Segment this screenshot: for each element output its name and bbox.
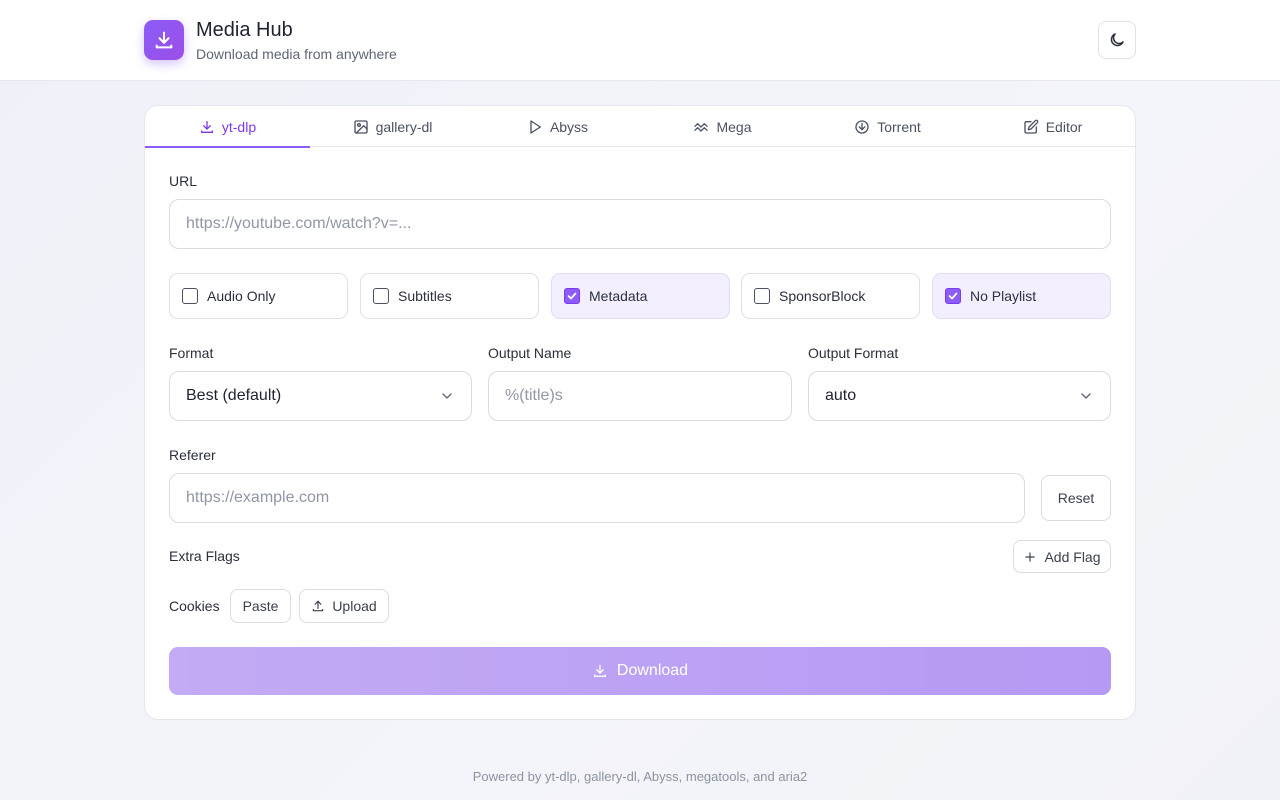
tool-tabs: yt-dlp gallery-dl Abyss Mega Torrent Edi… bbox=[145, 106, 1135, 148]
check-icon bbox=[948, 292, 958, 300]
download-button[interactable]: Download bbox=[169, 647, 1111, 695]
url-input[interactable] bbox=[169, 199, 1111, 249]
add-flag-button[interactable]: Add Flag bbox=[1013, 540, 1111, 573]
checkbox-checked[interactable] bbox=[945, 288, 961, 304]
option-label: No Playlist bbox=[970, 288, 1037, 304]
option-label: SponsorBlock bbox=[779, 288, 866, 304]
app-header: Media Hub Download media from anywhere bbox=[0, 0, 1280, 81]
output-name-input[interactable] bbox=[488, 371, 792, 421]
tab-label: gallery-dl bbox=[375, 118, 433, 135]
referer-label: Referer bbox=[169, 447, 216, 463]
play-icon bbox=[530, 119, 541, 134]
option-label: Metadata bbox=[589, 288, 648, 304]
upload-icon bbox=[313, 600, 324, 612]
tab-editor[interactable]: Editor bbox=[970, 106, 1135, 147]
checkbox[interactable] bbox=[754, 288, 770, 304]
tab-label: Mega bbox=[716, 118, 752, 135]
add-flag-label: Add Flag bbox=[1044, 548, 1101, 565]
cookies-label: Cookies bbox=[169, 598, 220, 614]
plus-icon bbox=[1025, 551, 1036, 562]
chevron-down-icon bbox=[1081, 393, 1091, 399]
option-no-playlist[interactable]: No Playlist bbox=[932, 273, 1111, 319]
reset-button[interactable]: Reset bbox=[1041, 475, 1111, 521]
download-icon bbox=[200, 120, 213, 133]
circle-download-icon bbox=[855, 119, 869, 134]
output-format-value: auto bbox=[825, 387, 857, 404]
app-title: Media Hub bbox=[196, 19, 293, 41]
output-format-select[interactable]: auto bbox=[808, 371, 1111, 421]
option-sponsorblock[interactable]: SponsorBlock bbox=[741, 273, 920, 319]
tab-abyss[interactable]: Abyss bbox=[475, 106, 640, 147]
tab-gallery-dl[interactable]: gallery-dl bbox=[310, 106, 475, 147]
moon-icon bbox=[1110, 33, 1124, 47]
extra-flags-label: Extra Flags bbox=[169, 548, 240, 564]
tab-label: yt-dlp bbox=[221, 118, 257, 135]
option-label: Audio Only bbox=[207, 288, 276, 304]
output-name-label: Output Name bbox=[488, 345, 572, 361]
paste-cookies-button[interactable]: Paste bbox=[230, 589, 291, 623]
chevron-down-icon bbox=[442, 393, 452, 399]
referer-input[interactable] bbox=[169, 473, 1025, 523]
checkbox[interactable] bbox=[373, 288, 389, 304]
app-subtitle: Download media from anywhere bbox=[196, 46, 397, 62]
tab-label: Editor bbox=[1045, 118, 1083, 135]
edit-icon bbox=[1024, 119, 1039, 134]
format-label: Format bbox=[169, 345, 214, 361]
tab-mega[interactable]: Mega bbox=[640, 106, 805, 147]
format-value: Best (default) bbox=[186, 387, 282, 404]
tab-label: Abyss bbox=[549, 118, 589, 135]
mega-icon bbox=[694, 122, 709, 132]
app-logo bbox=[144, 20, 184, 60]
check-icon bbox=[567, 292, 577, 300]
upload-label: Upload bbox=[332, 598, 377, 614]
download-icon bbox=[155, 31, 173, 49]
option-subtitles[interactable]: Subtitles bbox=[360, 273, 539, 319]
checkbox[interactable] bbox=[182, 288, 198, 304]
tab-torrent[interactable]: Torrent bbox=[805, 106, 970, 147]
theme-toggle-button[interactable] bbox=[1098, 21, 1136, 59]
download-label: Download bbox=[616, 662, 689, 679]
footer-text: Powered by yt-dlp, gallery-dl, Abyss, me… bbox=[472, 769, 808, 784]
option-metadata[interactable]: Metadata bbox=[551, 273, 730, 319]
tab-label: Torrent bbox=[877, 118, 921, 135]
tab-yt-dlp[interactable]: yt-dlp bbox=[145, 106, 310, 148]
image-icon bbox=[353, 119, 368, 134]
output-format-label: Output Format bbox=[808, 345, 899, 361]
upload-cookies-button[interactable]: Upload bbox=[299, 589, 389, 623]
option-label: Subtitles bbox=[398, 288, 452, 304]
url-label: URL bbox=[169, 173, 198, 189]
format-select[interactable]: Best (default) bbox=[169, 371, 472, 421]
download-icon bbox=[593, 665, 606, 677]
checkbox-checked[interactable] bbox=[564, 288, 580, 304]
option-audio-only[interactable]: Audio Only bbox=[169, 273, 348, 319]
